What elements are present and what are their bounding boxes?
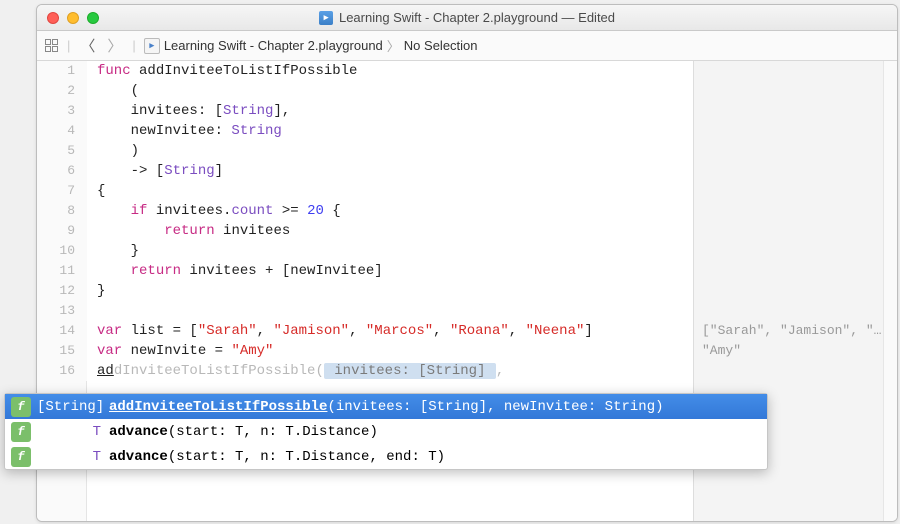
titlebar: ▸ Learning Swift - Chapter 2.playground … — [37, 5, 897, 31]
code-line[interactable]: 9 return invitees — [37, 221, 693, 241]
code-line[interactable]: 10 } — [37, 241, 693, 261]
code-content[interactable]: ) — [87, 141, 139, 161]
result-value — [694, 361, 897, 381]
code-content[interactable]: return invitees + [newInvitee] — [87, 261, 383, 281]
window-title-text: Learning Swift - Chapter 2.playground — … — [339, 10, 615, 25]
result-value — [694, 201, 897, 221]
code-line[interactable]: 1func addInviteeToListIfPossible — [37, 61, 693, 81]
function-icon: f — [11, 397, 31, 417]
line-number: 3 — [37, 101, 87, 121]
result-value: ["Sarah", "Jamison", "… — [694, 321, 897, 341]
breadcrumb[interactable]: ▸ Learning Swift - Chapter 2.playground … — [144, 36, 478, 55]
line-number: 1 — [37, 61, 87, 81]
code-content[interactable]: invitees: [String], — [87, 101, 290, 121]
code-content[interactable]: var newInvite = "Amy" — [87, 341, 273, 361]
code-line[interactable]: 12} — [37, 281, 693, 301]
code-content[interactable]: addInviteeToListIfPossible( invitees: [S… — [87, 361, 504, 381]
result-value — [694, 221, 897, 241]
result-value — [694, 101, 897, 121]
code-line[interactable]: 5 ) — [37, 141, 693, 161]
line-number: 4 — [37, 121, 87, 141]
autocomplete-item[interactable]: fTadvance(start: T, n: T.Distance, end: … — [5, 444, 767, 469]
result-value — [694, 81, 897, 101]
code-line[interactable]: 11 return invitees + [newInvitee] — [37, 261, 693, 281]
scrollbar-vertical[interactable] — [883, 61, 897, 521]
playground-icon: ▸ — [319, 11, 333, 25]
signature: advance(start: T, n: T.Distance) — [109, 424, 378, 440]
code-line[interactable]: 13 — [37, 301, 693, 321]
minimize-icon[interactable] — [67, 12, 79, 24]
jump-bar: | 〈 〉 | ▸ Learning Swift - Chapter 2.pla… — [37, 31, 897, 61]
line-number: 8 — [37, 201, 87, 221]
signature: advance(start: T, n: T.Distance, end: T) — [109, 449, 445, 465]
result-value — [694, 61, 897, 81]
code-content[interactable]: -> [String] — [87, 161, 223, 181]
code-content[interactable]: if invitees.count >= 20 { — [87, 201, 341, 221]
result-value — [694, 161, 897, 181]
result-value — [694, 301, 897, 321]
line-number: 2 — [37, 81, 87, 101]
traffic-lights — [47, 12, 99, 24]
code-content[interactable] — [87, 301, 97, 321]
code-line[interactable]: 15var newInvite = "Amy" — [37, 341, 693, 361]
line-number: 6 — [37, 161, 87, 181]
close-icon[interactable] — [47, 12, 59, 24]
result-value: "Amy" — [694, 341, 897, 361]
line-number: 5 — [37, 141, 87, 161]
breadcrumb-file: Learning Swift - Chapter 2.playground — [164, 38, 383, 53]
result-value — [694, 181, 897, 201]
line-number: 13 — [37, 301, 87, 321]
code-line[interactable]: 6 -> [String] — [37, 161, 693, 181]
line-number: 15 — [37, 341, 87, 361]
result-value — [694, 141, 897, 161]
nav-back-button[interactable]: 〈 — [78, 35, 97, 56]
file-icon: ▸ — [144, 38, 160, 54]
code-line[interactable]: 4 newInvitee: String — [37, 121, 693, 141]
line-number: 12 — [37, 281, 87, 301]
signature: addInviteeToListIfPossible(invitees: [St… — [109, 399, 664, 415]
window-title: ▸ Learning Swift - Chapter 2.playground … — [37, 10, 897, 25]
function-icon: f — [11, 422, 31, 442]
code-line[interactable]: 16addInviteeToListIfPossible( invitees: … — [37, 361, 693, 381]
result-value — [694, 241, 897, 261]
result-value — [694, 121, 897, 141]
related-items-icon[interactable] — [45, 39, 59, 53]
return-type: T — [37, 449, 109, 465]
code-content[interactable]: func addInviteeToListIfPossible — [87, 61, 357, 81]
nav-forward-button[interactable]: 〉 — [105, 35, 124, 56]
code-content[interactable]: newInvitee: String — [87, 121, 282, 141]
autocomplete-item[interactable]: f [String]addInviteeToListIfPossible(invi… — [5, 394, 767, 419]
line-number: 11 — [37, 261, 87, 281]
code-content[interactable]: { — [87, 181, 105, 201]
line-number: 14 — [37, 321, 87, 341]
nav-divider: | — [67, 38, 70, 53]
line-number: 16 — [37, 361, 87, 381]
code-line[interactable]: 8 if invitees.count >= 20 { — [37, 201, 693, 221]
nav-divider: | — [132, 38, 135, 53]
result-value — [694, 261, 897, 281]
function-icon: f — [11, 447, 31, 467]
code-line[interactable]: 2 ( — [37, 81, 693, 101]
breadcrumb-selection: No Selection — [404, 38, 478, 53]
chevron-right-icon: 〉 — [387, 36, 400, 55]
code-content[interactable]: } — [87, 241, 139, 261]
result-value — [694, 281, 897, 301]
return-type: [String] — [37, 399, 109, 415]
code-content[interactable]: return invitees — [87, 221, 290, 241]
autocomplete-popup: f [String]addInviteeToListIfPossible(invi… — [4, 393, 768, 470]
code-content[interactable]: var list = ["Sarah", "Jamison", "Marcos"… — [87, 321, 593, 341]
code-line[interactable]: 14var list = ["Sarah", "Jamison", "Marco… — [37, 321, 693, 341]
line-number: 9 — [37, 221, 87, 241]
code-content[interactable]: ( — [87, 81, 139, 101]
code-line[interactable]: 7{ — [37, 181, 693, 201]
zoom-icon[interactable] — [87, 12, 99, 24]
line-number: 10 — [37, 241, 87, 261]
code-line[interactable]: 3 invitees: [String], — [37, 101, 693, 121]
code-content[interactable]: } — [87, 281, 105, 301]
line-number: 7 — [37, 181, 87, 201]
autocomplete-item[interactable]: fTadvance(start: T, n: T.Distance) — [5, 419, 767, 444]
return-type: T — [37, 424, 109, 440]
